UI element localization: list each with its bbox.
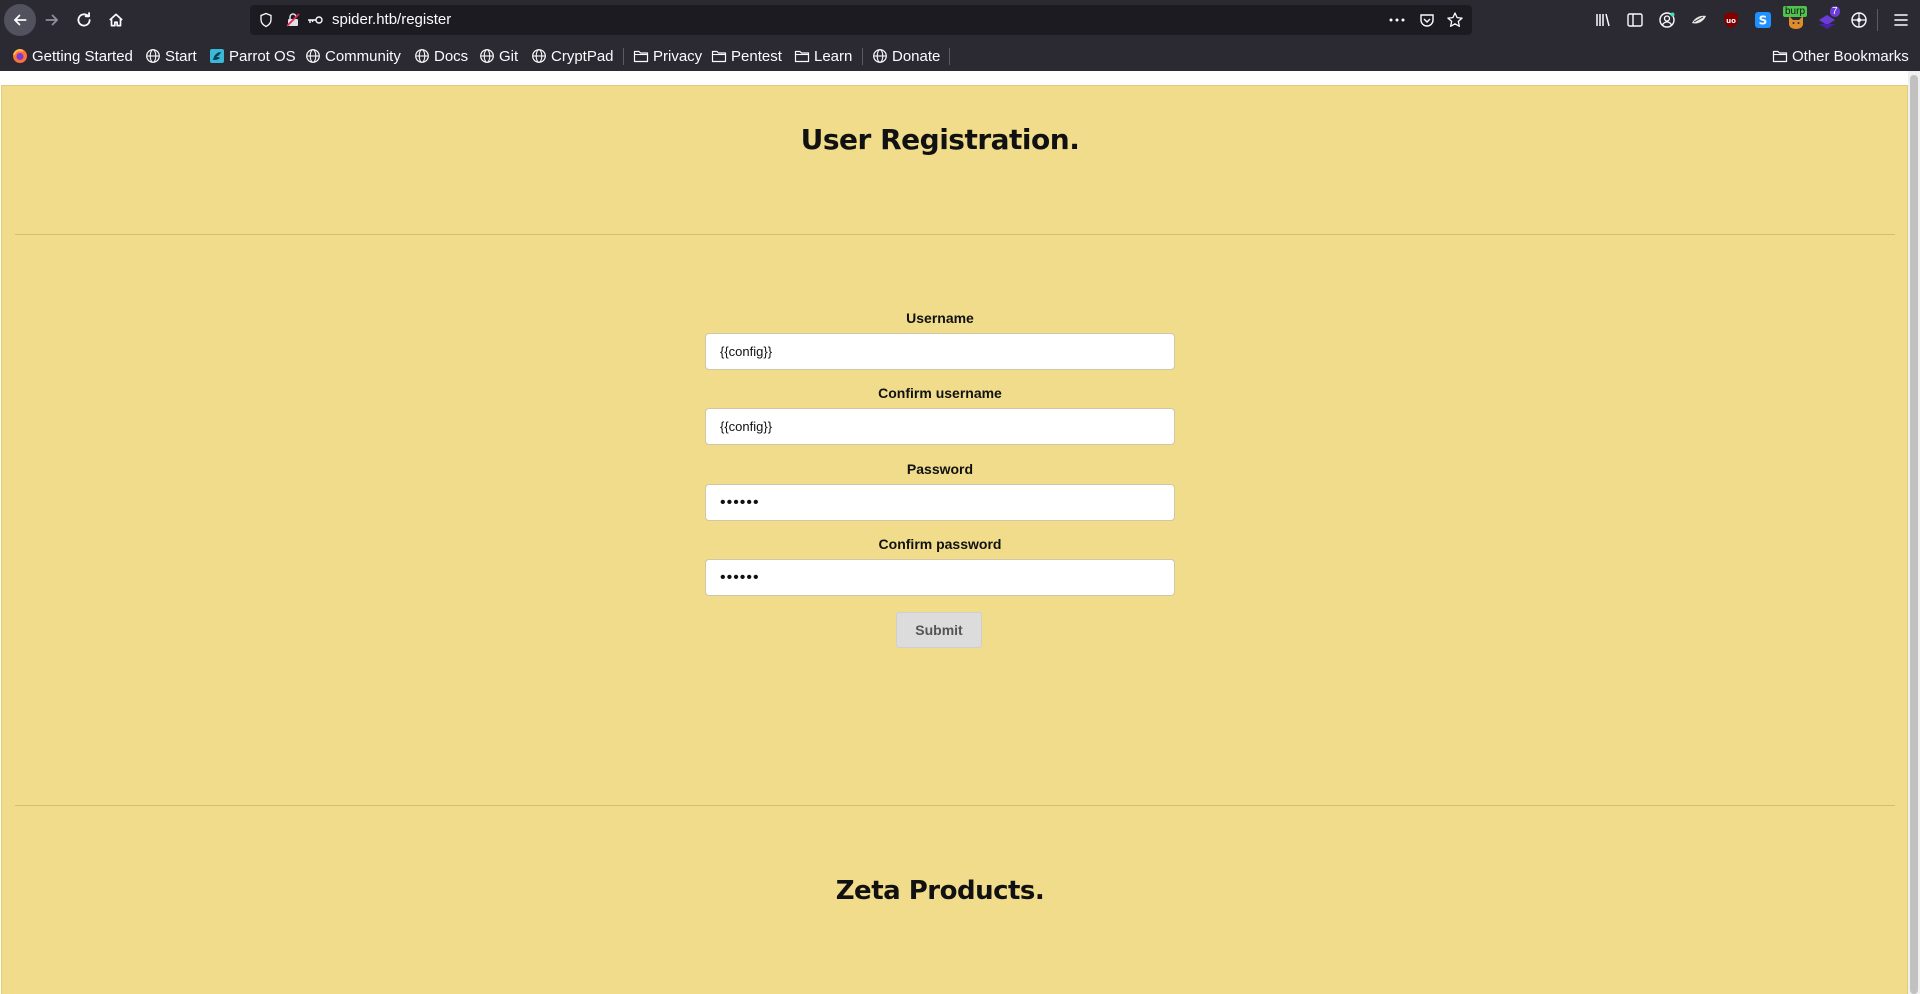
bookmark-donate[interactable]: Donate xyxy=(872,46,940,66)
bookmark-start[interactable]: Start xyxy=(145,46,197,66)
bookmark-label: Donate xyxy=(892,47,941,65)
bookmark-separator xyxy=(623,48,624,65)
page-viewport: User Registration. Username {{config}} C… xyxy=(0,71,1920,994)
wappalyzer-extension[interactable]: 7 xyxy=(1817,6,1841,32)
browser-toolbar: spider.htb/register uo S burp 7 xyxy=(0,0,1920,40)
bookmark-parrot-os[interactable]: Parrot OS xyxy=(209,46,296,66)
bookmark-label: Start xyxy=(165,47,197,65)
firefox-icon xyxy=(13,49,27,63)
globe-icon xyxy=(873,49,887,63)
globe-icon xyxy=(480,49,494,63)
password-input[interactable]: •••••• xyxy=(705,484,1175,521)
bookmark-git[interactable]: Git xyxy=(479,46,518,66)
bookmark-other-bookmarks[interactable]: Other Bookmarks xyxy=(1772,46,1909,66)
confirm-username-label: Confirm username xyxy=(878,385,1002,401)
home-button[interactable] xyxy=(100,4,132,36)
confirm-password-input[interactable]: •••••• xyxy=(705,559,1175,596)
bookmark-separator xyxy=(949,48,950,65)
bookmark-cryptpad[interactable]: CryptPad xyxy=(531,46,614,66)
bookmark-separator xyxy=(862,48,863,65)
registration-page: User Registration. Username {{config}} C… xyxy=(1,85,1908,994)
bookmark-label: Privacy xyxy=(653,47,703,65)
divider xyxy=(15,234,1895,235)
username-label: Username xyxy=(906,310,974,326)
page-scrollbar[interactable] xyxy=(1908,71,1920,994)
bookmark-label: Community xyxy=(325,47,401,65)
more-actions-icon[interactable] xyxy=(1388,11,1406,29)
forward-button[interactable] xyxy=(36,4,68,36)
bookmark-community[interactable]: Community xyxy=(305,46,401,66)
divider xyxy=(15,805,1895,806)
bookmark-getting-started[interactable]: Getting Started xyxy=(12,46,133,66)
bookmark-label: CryptPad xyxy=(551,47,614,65)
arrow-right-icon xyxy=(45,14,58,26)
url-text[interactable]: spider.htb/register xyxy=(332,11,451,28)
bookmark-folder-pentest[interactable]: Pentest xyxy=(711,46,782,66)
menu-icon[interactable] xyxy=(1891,10,1911,30)
globe-icon xyxy=(532,49,546,63)
bookmark-label: Getting Started xyxy=(32,47,133,65)
folder-icon xyxy=(794,50,810,63)
products-heading: Zeta Products. xyxy=(835,876,1045,906)
reload-icon xyxy=(77,12,91,27)
cookie-extension-icon[interactable] xyxy=(1689,10,1709,30)
home-icon xyxy=(109,13,123,27)
bookmark-folder-privacy[interactable]: Privacy xyxy=(633,46,702,66)
shield-icon[interactable] xyxy=(258,12,274,28)
burp-badge: burp xyxy=(1783,6,1808,17)
globe-icon xyxy=(146,49,160,63)
extension-badge-count: 7 xyxy=(1830,6,1840,17)
insecure-lock-icon[interactable] xyxy=(285,12,301,28)
library-icon[interactable] xyxy=(1593,10,1613,30)
parrot-icon xyxy=(210,49,224,63)
bookmark-docs[interactable]: Docs xyxy=(414,46,468,66)
bookmark-label: Pentest xyxy=(731,47,782,65)
password-label: Password xyxy=(906,461,974,477)
bookmark-label: Docs xyxy=(434,47,469,65)
svg-text:S: S xyxy=(1759,14,1768,28)
page-title: User Registration. xyxy=(800,123,1080,156)
arrow-left-icon xyxy=(14,14,27,26)
folder-icon xyxy=(711,50,727,63)
url-bar[interactable]: spider.htb/register xyxy=(250,5,1472,35)
folder-icon xyxy=(633,50,649,63)
globe-icon xyxy=(306,49,320,63)
s-extension-icon[interactable]: S xyxy=(1753,10,1773,30)
foxyproxy-extension[interactable]: burp xyxy=(1783,6,1808,32)
account-icon[interactable] xyxy=(1657,10,1677,30)
submit-button[interactable]: Submit xyxy=(896,612,982,648)
confirm-password-label: Confirm password xyxy=(878,536,1002,552)
bookmark-label: Other Bookmarks xyxy=(1792,47,1909,65)
folder-icon xyxy=(1772,50,1788,63)
sidebar-icon[interactable] xyxy=(1625,10,1645,30)
key-icon[interactable] xyxy=(306,12,324,28)
ublock-icon[interactable]: uo xyxy=(1721,10,1741,30)
bookmarks-bar: Getting Started Start Parrot OS Communit… xyxy=(0,40,1920,71)
star-icon[interactable] xyxy=(1446,11,1464,29)
bookmark-folder-learn[interactable]: Learn xyxy=(794,46,852,66)
globe-icon xyxy=(415,49,429,63)
bookmark-label: Learn xyxy=(814,47,853,65)
bookmark-label: Parrot OS xyxy=(229,47,296,65)
back-button[interactable] xyxy=(4,4,36,36)
pocket-icon[interactable] xyxy=(1418,11,1436,29)
svg-text:uo: uo xyxy=(1726,17,1736,25)
scrollbar-thumb[interactable] xyxy=(1910,75,1918,994)
toolbar-separator xyxy=(1877,9,1878,31)
wheel-extension-icon[interactable] xyxy=(1849,10,1869,30)
bookmark-label: Git xyxy=(499,47,519,65)
reload-button[interactable] xyxy=(68,4,100,36)
confirm-username-input[interactable]: {{config}} xyxy=(705,408,1175,445)
username-input[interactable]: {{config}} xyxy=(705,333,1175,370)
